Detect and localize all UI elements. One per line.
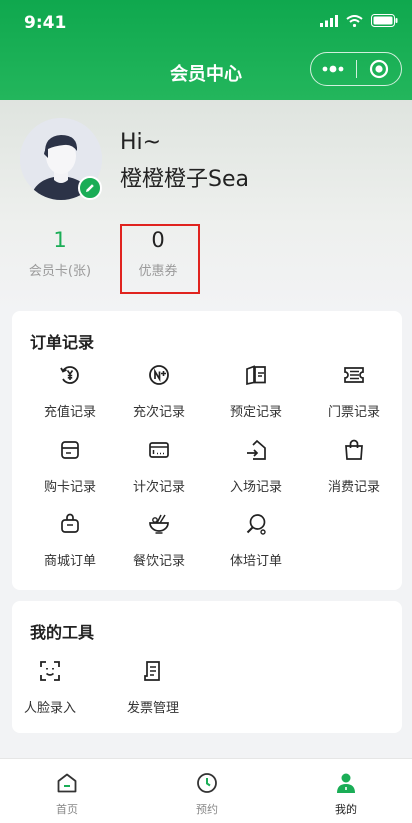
username: 橙橙橙子Sea — [120, 167, 249, 192]
tool-item-invoice[interactable]: 发票管理 — [108, 659, 198, 716]
tool-item-face-entry[interactable]: 人脸录入 — [5, 659, 95, 716]
mall-bag-icon — [61, 513, 79, 533]
order-item-label: 预定记录 — [229, 405, 282, 420]
shopping-bag-icon — [345, 439, 363, 460]
count-card-icon — [149, 442, 169, 458]
avatar[interactable] — [20, 118, 102, 200]
food-bowl-icon — [149, 514, 169, 534]
wifi-icon — [346, 14, 363, 27]
order-item-mall[interactable]: 商城订单 — [22, 512, 118, 569]
order-item-count[interactable]: 计次记录 — [111, 438, 207, 495]
edit-avatar-button[interactable] — [78, 176, 102, 200]
my-tools-title: 我的工具 — [30, 623, 95, 642]
order-item-label: 入场记录 — [229, 480, 282, 495]
membership-card-count: 1 — [53, 228, 67, 252]
order-item-recharge[interactable]: 充值记录 — [22, 363, 118, 420]
home-icon — [57, 773, 77, 793]
tool-item-label: 人脸录入 — [23, 701, 76, 716]
status-icons — [320, 14, 398, 27]
tab-mine[interactable]: 我的 — [306, 771, 386, 817]
tab-bar: 首页 预约 我的 — [0, 758, 412, 823]
tab-home[interactable]: 首页 — [27, 771, 107, 817]
order-item-label: 商城订单 — [43, 554, 96, 569]
n-plus-icon — [149, 365, 169, 385]
order-item-dining[interactable]: 餐饮记录 — [111, 512, 207, 569]
my-tools-card: 我的工具 人脸录入 发票管理 — [12, 601, 402, 733]
user-icon — [337, 773, 355, 793]
order-item-label: 消费记录 — [327, 480, 380, 495]
order-item-consumption[interactable]: 消费记录 — [306, 438, 402, 495]
order-item-label: 餐饮记录 — [132, 554, 185, 569]
tool-item-label: 发票管理 — [126, 701, 179, 716]
target-icon — [369, 59, 388, 79]
tab-mine-label: 我的 — [335, 803, 357, 816]
more-dots-icon — [322, 65, 344, 73]
order-item-top-up-times[interactable]: 充次记录 — [111, 363, 207, 420]
order-records-card: 订单记录 充值记录 充次记录 预定记录 门票记录 购卡记录 计次记录 入场记录 … — [12, 311, 402, 590]
miniapp-capsule — [310, 52, 402, 86]
yen-refresh-icon — [60, 366, 79, 384]
racket-icon — [246, 514, 266, 535]
order-item-training[interactable]: 体培订单 — [208, 512, 304, 569]
signal-icon — [320, 14, 338, 27]
card-icon — [61, 441, 79, 459]
booking-icon — [246, 365, 266, 386]
face-scan-icon — [40, 661, 60, 681]
order-item-ticket[interactable]: 门票记录 — [306, 363, 402, 420]
highlight-box — [120, 224, 200, 294]
order-item-label: 计次记录 — [132, 480, 185, 495]
order-item-label: 充值记录 — [43, 405, 96, 420]
order-records-title: 订单记录 — [30, 333, 95, 352]
order-item-label: 充次记录 — [132, 405, 185, 420]
close-miniapp-button[interactable] — [356, 59, 401, 79]
order-item-booking[interactable]: 预定记录 — [208, 363, 304, 420]
membership-card-label: 会员卡(张) — [28, 264, 92, 279]
order-item-label: 购卡记录 — [43, 480, 96, 495]
battery-icon — [371, 14, 398, 27]
status-bar: 9:41 — [0, 0, 412, 46]
order-item-label: 门票记录 — [327, 405, 380, 420]
navbar: 会员中心 — [0, 46, 412, 96]
invoice-icon — [144, 661, 160, 681]
membership-card-stat[interactable]: 1 会员卡(张) — [15, 228, 105, 279]
more-button[interactable] — [311, 65, 356, 73]
order-item-entry[interactable]: 入场记录 — [208, 438, 304, 495]
entry-icon — [247, 439, 266, 460]
tab-booking-label: 预约 — [196, 803, 218, 816]
order-item-card-purchase[interactable]: 购卡记录 — [22, 438, 118, 495]
ticket-icon — [344, 367, 364, 383]
order-item-label: 体培订单 — [229, 554, 282, 569]
pencil-icon — [86, 184, 94, 192]
tab-booking[interactable]: 预约 — [167, 771, 247, 817]
clock-icon — [197, 773, 217, 793]
greeting: Hi~ — [120, 130, 162, 155]
status-time: 9:41 — [24, 13, 67, 33]
header: 9:41 会员中心 — [0, 0, 412, 100]
tab-home-label: 首页 — [56, 803, 78, 816]
